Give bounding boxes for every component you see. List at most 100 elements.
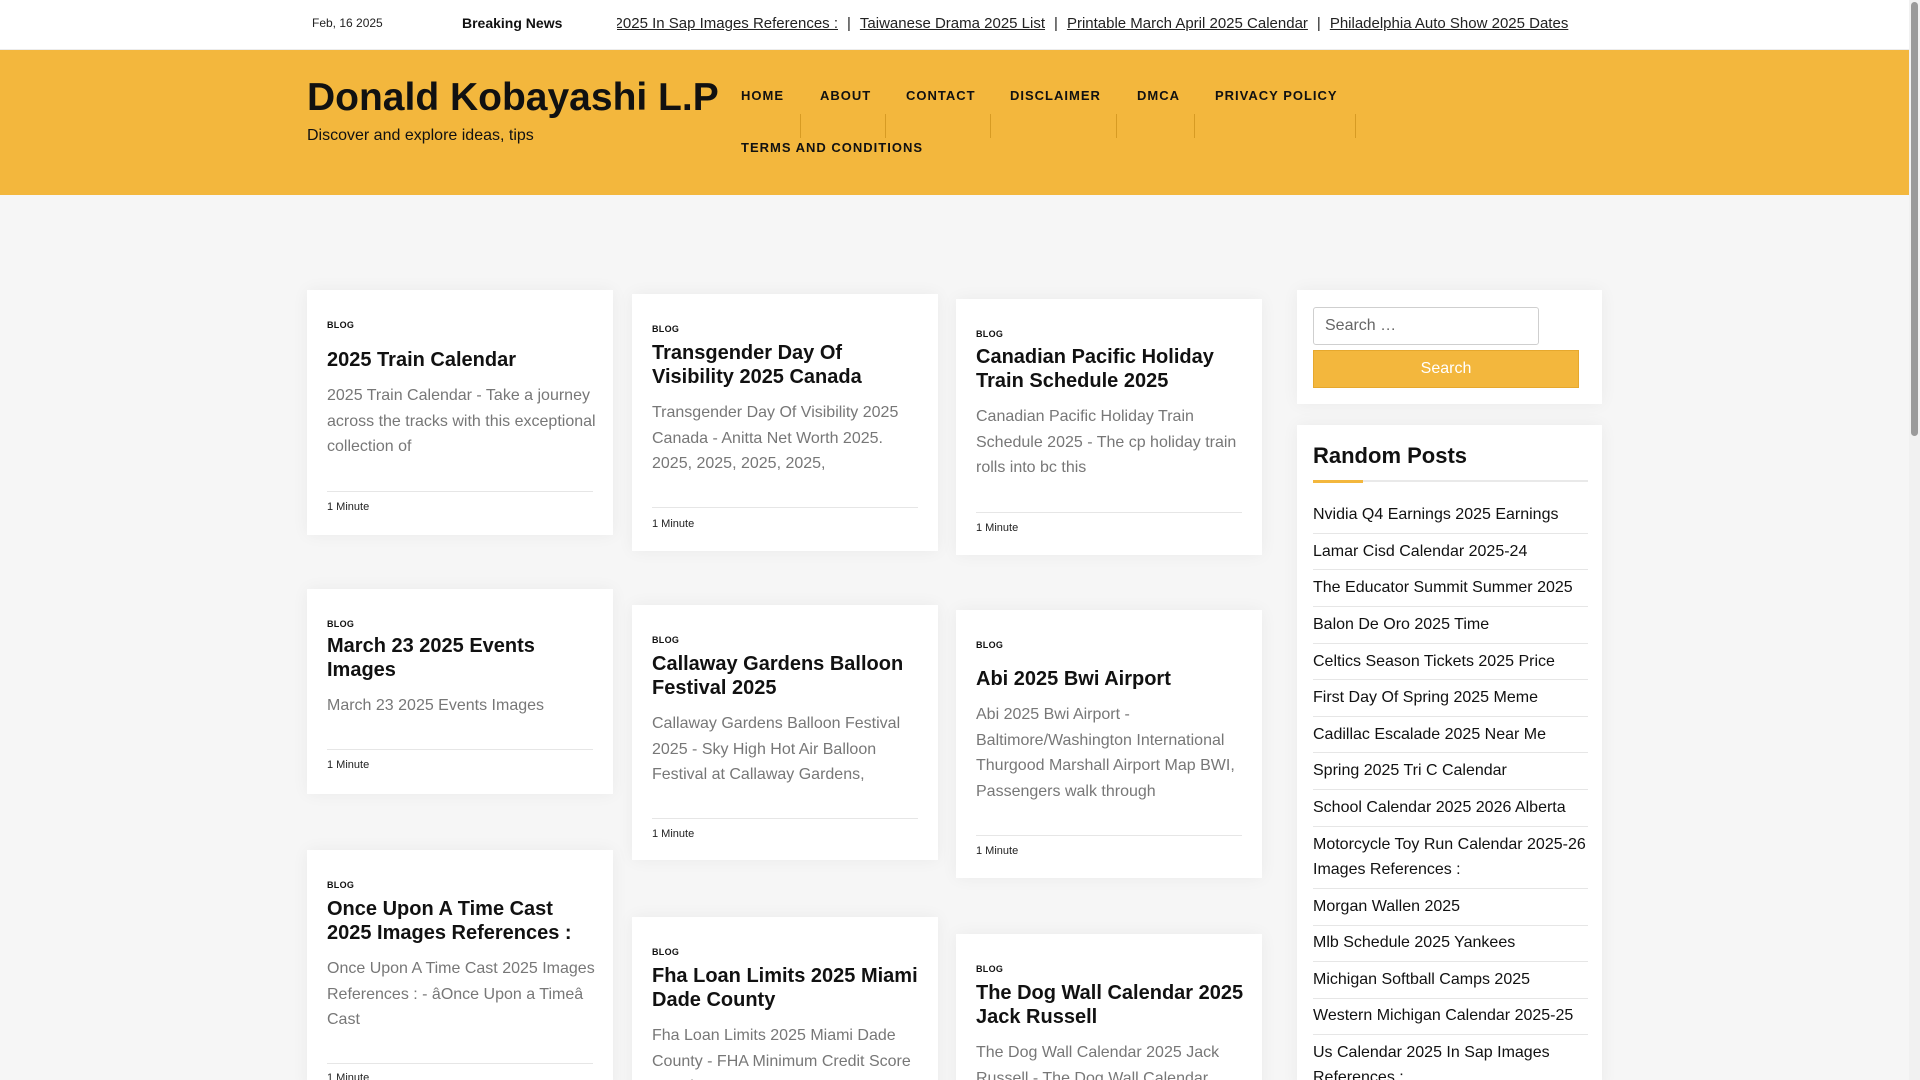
post-card[interactable]: BLOG Callaway Gardens Balloon Festival 2… (632, 605, 938, 860)
random-post-link[interactable]: School Calendar 2025 2026 Alberta (1313, 795, 1588, 820)
post-title[interactable]: March 23 2025 Events Images (327, 634, 597, 682)
post-category[interactable]: BLOG (327, 619, 354, 629)
random-post-link[interactable]: Cadillac Escalade 2025 Near Me (1313, 722, 1588, 747)
random-posts-heading: Random Posts (1313, 443, 1468, 468)
list-divider (1313, 1034, 1588, 1035)
site-title[interactable]: Donald Kobayashi L.P (307, 76, 719, 120)
random-post-link[interactable]: Balon De Oro 2025 Time (1313, 612, 1588, 637)
ticker-link[interactable]: Us Calendar 2025 In Sap Images Reference… (617, 15, 838, 32)
post-card[interactable]: BLOG 2025 Train Calendar 2025 Train Cale… (307, 290, 613, 535)
post-excerpt: March 23 2025 Events Images (327, 697, 545, 714)
random-post-link[interactable]: Nvidia Q4 Earnings 2025 Earnings (1313, 502, 1588, 527)
top-bar: Feb, 16 2025 Breaking News Us Calendar 2… (0, 0, 1909, 50)
post-excerpt: The Dog Wall Calendar 2025 Jack Russell … (976, 1044, 1220, 1080)
read-time: 1 Minute (327, 501, 370, 513)
list-divider (1313, 888, 1588, 889)
post-category[interactable]: BLOG (652, 947, 679, 957)
nav-about[interactable]: ABOUT (820, 88, 871, 103)
list-divider (1313, 606, 1588, 607)
post-excerpt: Transgender Day Of Visibility 2025 Canad… (652, 404, 899, 472)
post-category[interactable]: BLOG (976, 640, 1003, 650)
read-time: 1 Minute (652, 518, 695, 530)
post-excerpt: Once Upon A Time Cast 2025 Images Refere… (327, 960, 595, 1028)
ticker-link[interactable]: Philadelphia Auto Show 2025 Dates (1330, 15, 1569, 32)
read-time: 1 Minute (327, 1072, 370, 1080)
random-post-link[interactable]: Motorcycle Toy Run Calendar 2025-26 Imag… (1313, 832, 1588, 882)
post-card[interactable]: BLOG Canadian Pacific Holiday Train Sche… (956, 299, 1262, 555)
card-divider (652, 507, 918, 508)
post-card[interactable]: BLOG Transgender Day Of Visibility 2025 … (632, 294, 938, 551)
post-category[interactable]: BLOG (327, 320, 354, 330)
post-title[interactable]: Callaway Gardens Balloon Festival 2025 (652, 652, 922, 700)
nav-disclaimer[interactable]: DISCLAIMER (1010, 88, 1101, 103)
random-post-link[interactable]: Us Calendar 2025 In Sap Images Reference… (1313, 1040, 1588, 1080)
nav-divider (885, 114, 886, 138)
nav-divider (990, 114, 991, 138)
nav-contact[interactable]: CONTACT (906, 88, 976, 103)
post-title[interactable]: Once Upon A Time Cast 2025 Images Refere… (327, 897, 597, 945)
post-category[interactable]: BLOG (652, 324, 679, 334)
random-post-link[interactable]: First Day Of Spring 2025 Meme (1313, 685, 1588, 710)
post-card[interactable]: BLOG March 23 2025 Events Images March 2… (307, 589, 613, 794)
scrollbar-thumb[interactable] (1911, 2, 1918, 436)
current-date: Feb, 16 2025 (312, 16, 383, 30)
ticker-separator: | (1316, 15, 1321, 32)
post-category[interactable]: BLOG (976, 329, 1003, 339)
post-excerpt: Canadian Pacific Holiday Train Schedule … (976, 408, 1237, 476)
heading-accent-bar (1313, 480, 1363, 483)
list-divider (1313, 716, 1588, 717)
random-post-link[interactable]: Spring 2025 Tri C Calendar (1313, 758, 1588, 783)
random-post-link[interactable]: Mlb Schedule 2025 Yankees (1313, 930, 1588, 955)
page-scrollbar[interactable] (1909, 0, 1920, 1080)
random-post-link[interactable]: Western Michigan Calendar 2025-25 (1313, 1003, 1588, 1028)
list-divider (1313, 826, 1588, 827)
list-divider (1313, 998, 1588, 999)
list-divider (1313, 789, 1588, 790)
nav-divider (800, 114, 801, 138)
ticker-link[interactable]: Printable March April 2025 Calendar (1067, 15, 1308, 32)
ticker-link[interactable]: Taiwanese Drama 2025 List (860, 15, 1045, 32)
post-title[interactable]: The Dog Wall Calendar 2025 Jack Russell (976, 981, 1246, 1029)
list-divider (1313, 961, 1588, 962)
post-title[interactable]: 2025 Train Calendar (327, 348, 597, 372)
list-divider (1313, 533, 1588, 534)
post-title[interactable]: Fha Loan Limits 2025 Miami Dade County (652, 964, 922, 1012)
post-title[interactable]: Abi 2025 Bwi Airport (976, 667, 1246, 691)
post-title[interactable]: Canadian Pacific Holiday Train Schedule … (976, 345, 1246, 393)
list-divider (1313, 643, 1588, 644)
post-title[interactable]: Transgender Day Of Visibility 2025 Canad… (652, 341, 922, 389)
post-card[interactable]: BLOG Once Upon A Time Cast 2025 Images R… (307, 850, 613, 1080)
post-category[interactable]: BLOG (976, 964, 1003, 974)
card-divider (327, 749, 593, 750)
post-category[interactable]: BLOG (652, 635, 679, 645)
nav-dmca[interactable]: DMCA (1137, 88, 1180, 103)
card-divider (327, 1063, 593, 1064)
list-divider (1313, 679, 1588, 680)
list-divider (1313, 925, 1588, 926)
random-post-link[interactable]: Lamar Cisd Calendar 2025-24 (1313, 539, 1588, 564)
list-divider (1313, 569, 1588, 570)
post-card[interactable]: BLOG The Dog Wall Calendar 2025 Jack Rus… (956, 934, 1262, 1080)
card-divider (976, 835, 1242, 836)
nav-privacy-policy[interactable]: PRIVACY POLICY (1215, 88, 1338, 103)
post-excerpt: Abi 2025 Bwi Airport - Baltimore/Washing… (976, 706, 1235, 800)
post-category[interactable]: BLOG (327, 880, 354, 890)
random-post-link[interactable]: Michigan Softball Camps 2025 (1313, 967, 1588, 992)
ticker-separator: | (847, 15, 851, 32)
site-description: Discover and explore ideas, tips (307, 127, 534, 144)
search-button[interactable]: Search (1313, 350, 1579, 388)
random-post-link[interactable]: Morgan Wallen 2025 (1313, 894, 1588, 919)
post-card[interactable]: BLOG Fha Loan Limits 2025 Miami Dade Cou… (632, 917, 938, 1080)
nav-divider (1194, 114, 1195, 138)
nav-terms-and-conditions[interactable]: TERMS AND CONDITIONS (741, 140, 923, 155)
search-input[interactable] (1313, 307, 1539, 345)
list-divider (1313, 752, 1588, 753)
nav-home[interactable]: HOME (741, 88, 784, 103)
breaking-news-label: Breaking News (462, 15, 563, 31)
read-time: 1 Minute (327, 759, 370, 771)
ticker-separator: | (1054, 15, 1058, 32)
random-post-link[interactable]: Celtics Season Tickets 2025 Price (1313, 649, 1588, 674)
post-card[interactable]: BLOG Abi 2025 Bwi Airport Abi 2025 Bwi A… (956, 610, 1262, 878)
random-post-link[interactable]: The Educator Summit Summer 2025 (1313, 575, 1588, 600)
post-excerpt: 2025 Train Calendar - Take a journey acr… (327, 387, 596, 455)
